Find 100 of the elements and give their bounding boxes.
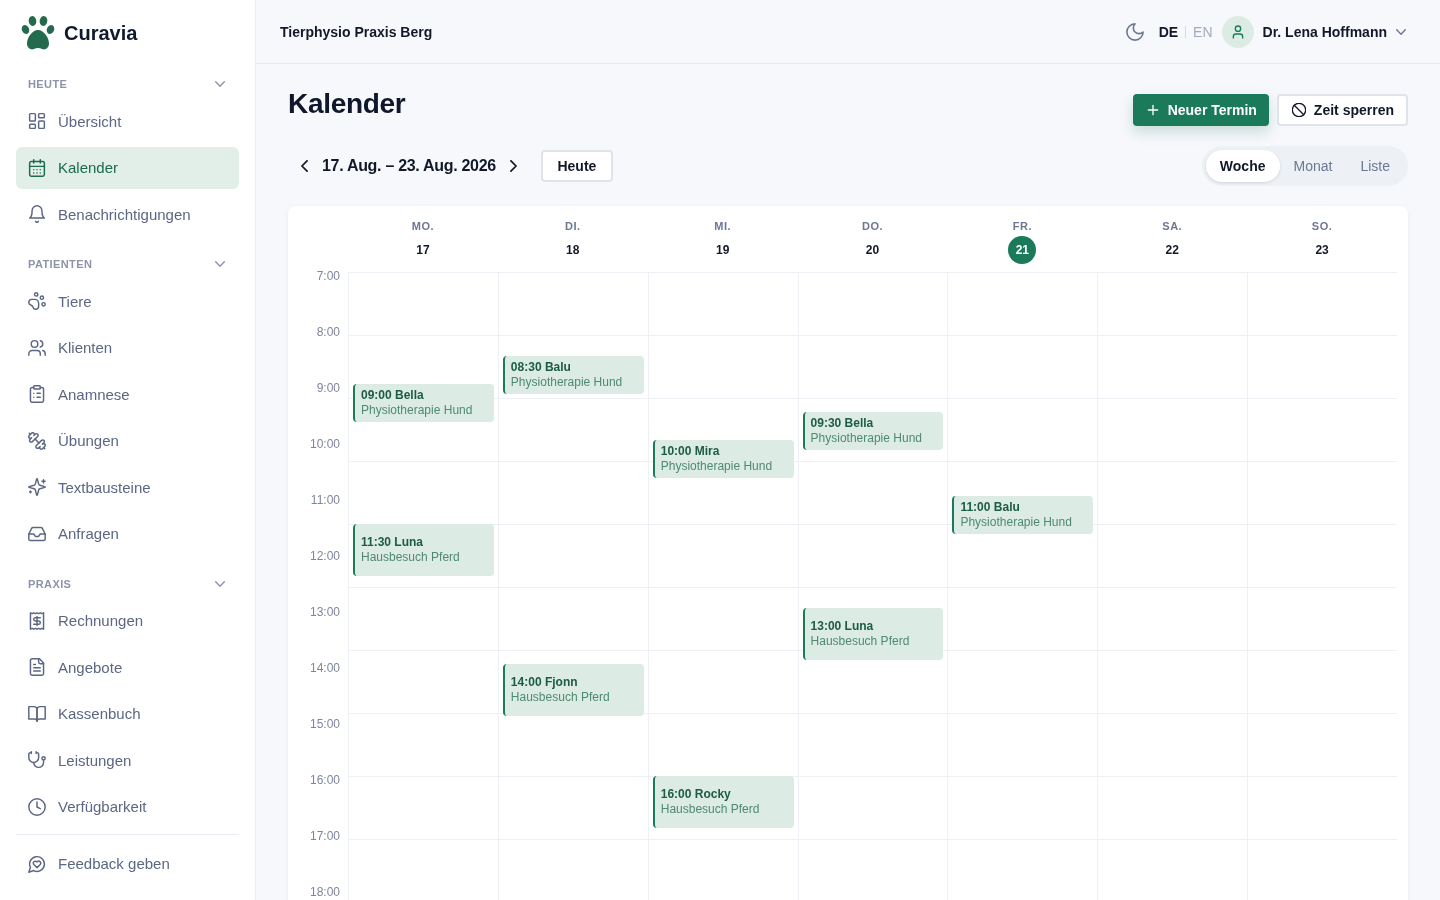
appointment-type: Physiotherapie Hund: [510, 375, 623, 390]
sidebar-item[interactable]: Anfragen: [16, 512, 239, 555]
time-label: 18:00: [309, 885, 340, 899]
view-tab[interactable]: Liste: [1346, 150, 1404, 182]
appointment-type: Hausbesuch Pferd: [660, 802, 760, 817]
appointment-card[interactable]: 16:00 Rocky Hausbesuch Pferd: [652, 776, 794, 828]
time-label: 17:00: [309, 829, 340, 843]
sidebar-item[interactable]: Textbausteine: [16, 466, 239, 508]
sidebar-item[interactable]: Kalender: [16, 146, 239, 189]
weekday-label: SA.: [1162, 219, 1183, 234]
sidebar-item[interactable]: Anamnese: [16, 373, 239, 415]
sidebar-item[interactable]: Kassenbuch: [16, 692, 239, 735]
paw-icon: [28, 292, 46, 310]
chevron-down-icon[interactable]: [1396, 28, 1406, 35]
day-number: 17: [416, 242, 430, 259]
day-number: 18: [566, 242, 580, 259]
appointment-card[interactable]: 10:00 Mira Physiotherapie Hund: [652, 440, 794, 478]
time-label: 9:00: [316, 381, 340, 395]
day-number: 19: [715, 242, 730, 259]
time-label: 16:00: [309, 773, 340, 787]
users-icon: [28, 338, 46, 357]
appointment-card[interactable]: 14:00 Fjonn Hausbesuch Pferd: [502, 664, 644, 716]
brand-name: Curavia: [64, 21, 138, 45]
inbox-icon: [28, 524, 46, 543]
today-button[interactable]: Heute: [540, 150, 613, 182]
sparkles-icon: [28, 478, 46, 496]
time-label: 13:00: [309, 605, 340, 619]
sidebar-item[interactable]: Benachrichtigungen: [16, 193, 239, 235]
grid-icon: [28, 112, 46, 130]
time-label: 15:00: [309, 717, 340, 731]
weekday-label: DO.: [861, 219, 884, 234]
appointment-card[interactable]: 11:30 Luna Hausbesuch Pferd: [353, 524, 494, 576]
document-icon: [28, 658, 46, 676]
weekday-label: DI.: [565, 219, 581, 234]
appointment-type: Physiotherapie Hund: [660, 459, 773, 474]
block-time-button[interactable]: Zeit sperren: [1276, 94, 1408, 126]
user-name[interactable]: Dr. Lena Hoffmann: [1262, 23, 1387, 40]
appointment-title: 13:00 Luna: [810, 619, 874, 634]
appointment-type: Physiotherapie Hund: [361, 403, 473, 418]
view-tab[interactable]: Woche: [1205, 150, 1280, 182]
chat-heart-icon: [28, 854, 46, 873]
time-label: 12:00: [309, 549, 340, 563]
appointment-title: 09:00 Bella: [361, 388, 424, 403]
appointment-title: 08:30 Balu: [510, 360, 571, 375]
paw-icon: [20, 15, 56, 51]
sidebar-item[interactable]: Verfügbarkeit: [16, 785, 239, 828]
sidebar-item[interactable]: Leistungen: [16, 739, 239, 781]
appointment-type: Hausbesuch Pferd: [810, 634, 910, 649]
day-number: 22: [1165, 242, 1179, 259]
appointment-card[interactable]: 09:30 Bella Physiotherapie Hund: [802, 412, 944, 450]
avatar-icon[interactable]: [1221, 15, 1254, 48]
appointment-card[interactable]: 08:30 Balu Physiotherapie Hund: [502, 356, 644, 394]
time-label: 7:00: [316, 269, 340, 283]
appointment-type: Physiotherapie Hund: [960, 515, 1072, 530]
sidebar-item[interactable]: Klienten: [16, 326, 239, 369]
section-header[interactable]: PRAXIS: [16, 575, 239, 592]
book-icon: [28, 704, 46, 723]
weekday-label: FR.: [1012, 219, 1032, 234]
chevron-right-icon[interactable]: [509, 160, 517, 172]
sidebar-item[interactable]: Feedback geben: [16, 842, 239, 885]
clock-icon: [28, 797, 46, 816]
appointment-card[interactable]: 13:00 Luna Hausbesuch Pferd: [802, 608, 944, 660]
dumbbell-icon: [28, 431, 46, 450]
appointment-title: 16:00 Rocky: [660, 787, 731, 802]
practice-name: Tierphysio Praxis Berg: [280, 23, 433, 40]
stethoscope-icon: [28, 751, 46, 769]
ban-icon: [1291, 103, 1306, 117]
time-label: 8:00: [316, 325, 340, 339]
appointment-type: Physiotherapie Hund: [810, 431, 922, 446]
language-option[interactable]: DE: [1158, 23, 1179, 40]
day-number: 21: [1008, 236, 1037, 264]
sidebar-item[interactable]: Tiere: [16, 280, 239, 322]
appointment-card[interactable]: 11:00 Balu Physiotherapie Hund: [952, 496, 1094, 534]
time-label: 14:00: [309, 661, 340, 675]
moon-icon[interactable]: [1125, 22, 1144, 41]
appointment-title: 11:00 Balu: [960, 500, 1020, 515]
appointment-title: 11:30 Luna: [361, 535, 424, 550]
appointment-title: 10:00 Mira: [660, 444, 720, 459]
weekday-label: SO.: [1311, 219, 1333, 234]
day-number: 20: [865, 242, 880, 259]
sidebar-item[interactable]: Angebote: [16, 646, 239, 688]
section-header[interactable]: PATIENTEN: [16, 256, 239, 272]
section-header[interactable]: HEUTE: [16, 76, 239, 92]
new-appointment-button[interactable]: Neuer Termin: [1132, 94, 1269, 126]
appointment-title: 09:30 Bella: [810, 416, 874, 431]
weekday-label: MI.: [714, 219, 732, 234]
plus-icon: [1145, 103, 1160, 117]
chevron-left-icon[interactable]: [301, 160, 308, 172]
sidebar-item[interactable]: Übungen: [16, 419, 239, 462]
time-label: 11:00: [310, 493, 340, 507]
calendar-icon: [28, 158, 46, 177]
day-number: 23: [1315, 242, 1329, 259]
sidebar-item[interactable]: Übersicht: [16, 100, 239, 142]
sidebar-item[interactable]: Rechnungen: [16, 599, 239, 642]
date-range: 17. Aug. – 23. Aug. 2026: [322, 157, 496, 175]
time-label: 10:00: [309, 437, 340, 451]
appointment-card[interactable]: 09:00 Bella Physiotherapie Hund: [353, 384, 494, 422]
view-tab[interactable]: Monat: [1279, 150, 1347, 182]
bell-icon: [28, 205, 46, 223]
weekday-label: MO.: [411, 219, 435, 234]
